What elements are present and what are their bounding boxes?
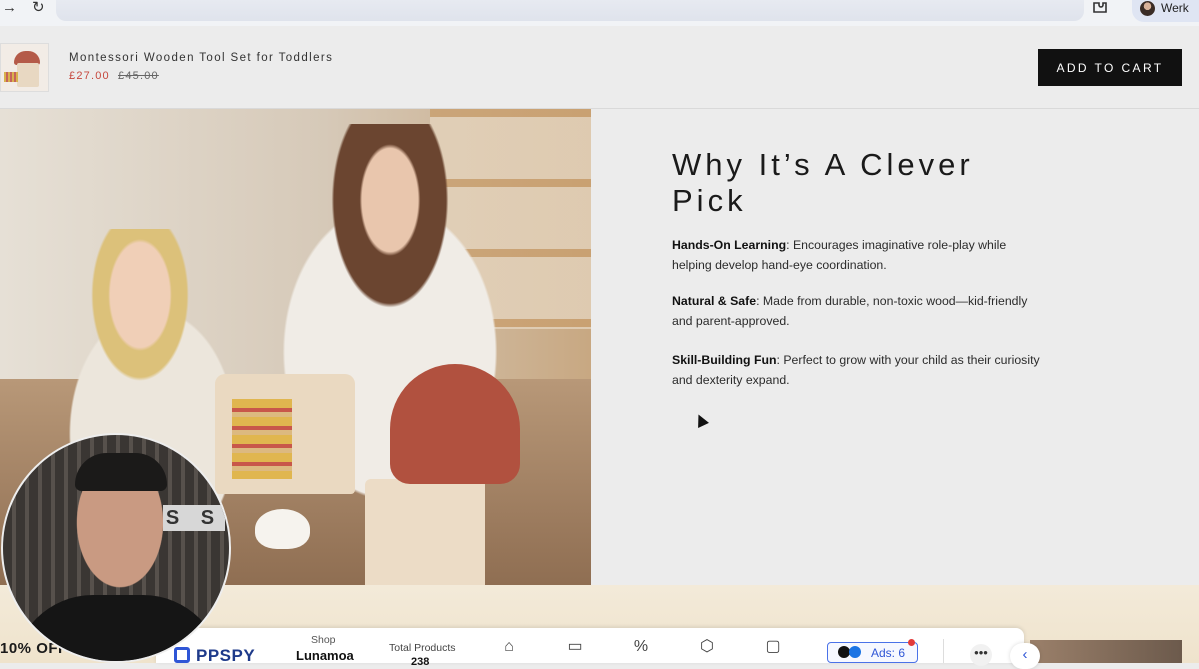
ads-button[interactable]: Ads: 6 [827,639,918,663]
feature-title: Skill-Building Fun [672,353,777,367]
feature-item: Natural & Safe: Made from durable, non-t… [672,291,1042,331]
toolbar-divider [943,639,944,663]
forward-icon[interactable]: → [2,0,17,16]
shop-value: Lunamoa [296,648,354,663]
product-thumbnail[interactable] [0,43,49,92]
avatar [1140,1,1155,16]
collapse-chevron-icon[interactable]: ‹ [1010,643,1040,669]
feature-title: Hands-On Learning [672,238,787,252]
compare-price: £45.00 [118,70,159,82]
total-products-label: Total Products [389,642,456,654]
image-toy-house [365,479,485,585]
thumb-toy-body [17,63,39,87]
webcam-overlay: S S [1,433,231,663]
total-products-value: 238 [411,656,430,668]
extensions-icon[interactable] [1090,0,1110,16]
section-heading: Why It’s A Clever Pick [672,147,974,218]
box-icon[interactable]: ⬡ [697,637,717,657]
feature-title: Natural & Safe [672,294,757,308]
webcam-sign: S S [163,505,225,531]
ppspy-toolbar: PPSPY Shop Lunamoa Total Products 238 ⌂ … [156,628,1024,668]
feature-item: Skill-Building Fun: Perfect to grow with… [672,350,1042,390]
image-xylophone [232,399,292,479]
discount-icon[interactable]: % [631,637,651,657]
ads-count: Ads: 6 [871,646,906,660]
profile-chip[interactable]: Werk [1132,0,1199,22]
profile-name: Werk [1161,1,1189,15]
home-icon[interactable]: ⌂ [499,637,519,657]
shop-label: Shop [311,634,336,646]
store-icon[interactable]: ▭ [565,637,585,657]
image-bunny [255,509,310,549]
image-mushroom-roof [390,364,520,484]
chat-icon[interactable]: ▢ [763,637,783,657]
product-title: Montessori Wooden Tool Set for Toddlers [69,52,334,64]
webcam-shirt [13,595,223,661]
reload-icon[interactable]: ↻ [32,0,45,16]
facebook-icon [849,646,861,658]
address-bar[interactable] [56,0,1084,21]
browser-toolbar: → ↻ Werk [0,0,1199,26]
sticky-cart-bar: Montessori Wooden Tool Set for Toddlers … [0,26,1199,109]
next-section-image [1030,640,1182,663]
thumb-xylophone [4,72,18,82]
notification-dot [908,639,915,646]
add-to-cart-button[interactable]: ADD TO CART [1038,49,1182,86]
feature-item: Hands-On Learning: Encourages imaginativ… [672,235,1042,275]
webcam-hair [75,453,167,491]
sale-price: £27.00 [69,70,110,82]
